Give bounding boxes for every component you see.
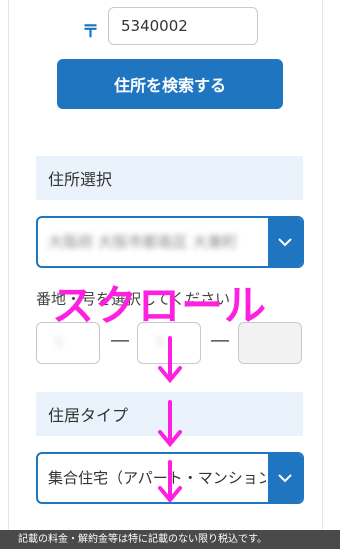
banchi-dash-2: ― [211,330,229,351]
tax-notice-bar: 記載の料金・解約金等は特に記載のない限り税込です。 [0,530,340,549]
search-address-button[interactable]: 住所を検索する [57,59,283,109]
content-left-edge [8,0,9,549]
scroll-down-arrows-icon [158,336,182,504]
postal-mark-icon: 〒 [82,22,99,42]
banchi-field-1-value: 5 [55,335,64,351]
address-select-value: 大阪府 大阪市都島区 大東町 [48,233,238,251]
chevron-down-icon [268,454,302,502]
postal-code-input[interactable] [108,7,258,45]
banchi-dash-1: ― [111,330,129,351]
scroll-annotation-text: スクロール [52,281,268,330]
address-select[interactable]: 大阪府 大阪市都島区 大東町 [36,216,304,268]
address-section-heading: 住所選択 [36,156,303,200]
content-right-edge [322,0,323,549]
chevron-down-icon [268,218,302,266]
